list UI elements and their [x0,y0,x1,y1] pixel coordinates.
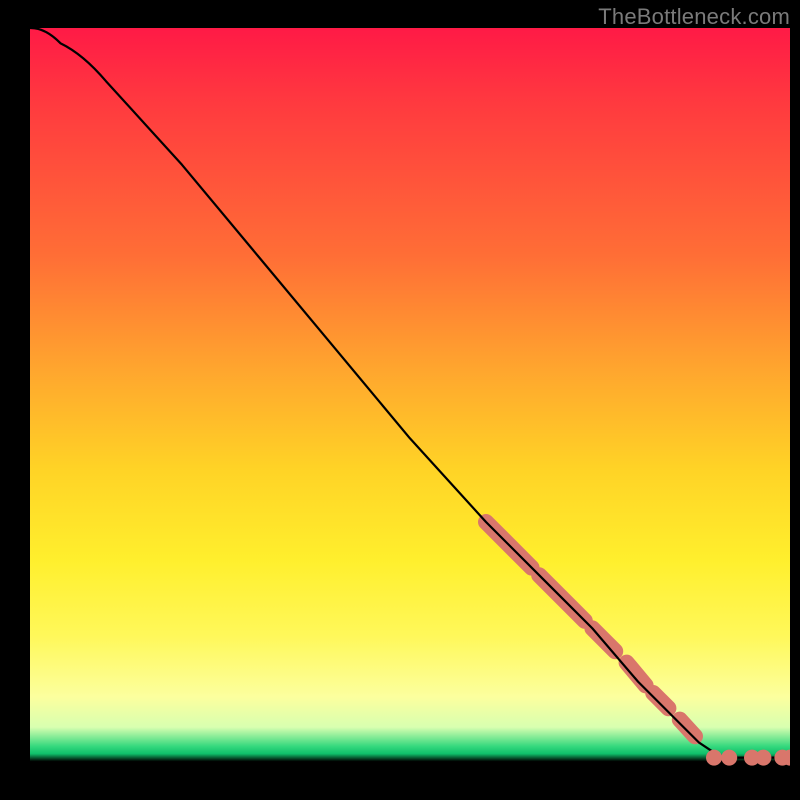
tail-dot [721,750,737,766]
attribution-text: TheBottleneck.com [598,4,790,30]
chart-svg [30,28,790,788]
bottleneck-curve [30,28,790,758]
plot-area [30,28,790,788]
chart-stage: TheBottleneck.com [0,0,800,800]
highlight-segment [627,663,646,686]
highlight-segment [680,720,695,737]
tail-dot [755,750,771,766]
tail-dots [706,750,790,766]
tail-dot [706,750,722,766]
